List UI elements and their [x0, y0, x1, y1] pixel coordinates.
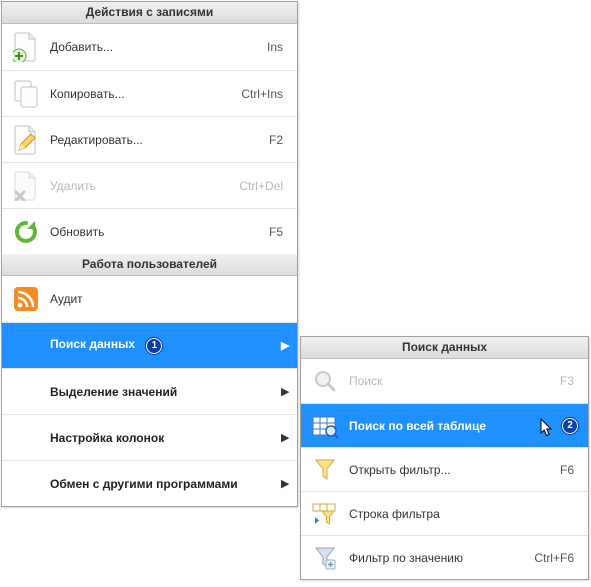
menu-item-shortcut: F2 [237, 133, 297, 147]
menu-item-shortcut: Ctrl+F6 [528, 551, 588, 565]
rss-icon [2, 286, 50, 312]
submenu-item-filter-row[interactable]: Строка фильтра [301, 491, 588, 535]
menu-item-data-exchange[interactable]: Обмен с другими программами ▶ [2, 460, 297, 506]
menu-item-label: Выделение значений [50, 385, 281, 399]
menu-item-label: Поиск [349, 374, 528, 388]
menu-item-label: Копировать... [50, 87, 237, 101]
menu-item-column-setup[interactable]: Настройка колонок ▶ [2, 414, 297, 460]
menu-item-label: Фильтр по значению [349, 551, 528, 565]
submenu-item-open-filter[interactable]: Открыть фильтр... F6 [301, 447, 588, 491]
menu-item-copy[interactable]: Копировать... Ctrl+Ins [2, 70, 297, 116]
menu-item-shortcut: F3 [528, 374, 588, 388]
submenu-arrow-icon: ▶ [281, 477, 297, 490]
menu-item-edit[interactable]: Редактировать... F2 [2, 116, 297, 162]
edit-icon [2, 125, 50, 155]
funnel-value-icon [301, 545, 349, 571]
menu-item-label: Обмен с другими программами [50, 477, 281, 491]
section-header-records: Действия с записями [2, 2, 297, 24]
copy-icon [2, 79, 50, 109]
main-context-menu: Действия с записями Добавить... Ins Копи… [1, 1, 298, 507]
menu-item-shortcut: F6 [528, 463, 588, 477]
menu-item-highlight-values[interactable]: Выделение значений ▶ [2, 368, 297, 414]
menu-item-label: Аудит [50, 292, 237, 306]
submenu-arrow-icon: ▶ [281, 339, 297, 352]
menu-item-shortcut: Ctrl+Ins [237, 87, 297, 101]
menu-item-label: Поиск данных 1 [50, 337, 281, 354]
menu-item-add[interactable]: Добавить... Ins [2, 24, 297, 70]
menu-item-shortcut: Ins [237, 40, 297, 54]
menu-item-label: Строка фильтра [349, 507, 528, 521]
callout-badge-2: 2 [562, 418, 578, 434]
menu-item-shortcut: F5 [237, 225, 297, 239]
menu-item-label: Редактировать... [50, 133, 237, 147]
submenu-item-find-all-table[interactable]: Поиск по всей таблице 2 [301, 403, 588, 447]
menu-item-label: Обновить [50, 225, 237, 239]
menu-item-label: Поиск по всей таблице [349, 419, 554, 433]
filter-row-icon [301, 501, 349, 527]
submenu-arrow-icon: ▶ [281, 385, 297, 398]
menu-item-shortcut: Ctrl+Del [237, 179, 297, 193]
submenu-item-find: Поиск F3 [301, 359, 588, 403]
submenu-header: Поиск данных [301, 337, 588, 359]
menu-item-delete: Удалить Ctrl+Del [2, 162, 297, 208]
menu-item-label: Добавить... [50, 40, 237, 54]
submenu-arrow-icon: ▶ [281, 431, 297, 444]
menu-item-label: Открыть фильтр... [349, 463, 528, 477]
menu-item-audit[interactable]: Аудит [2, 276, 297, 322]
add-page-icon [2, 32, 50, 62]
submenu-item-filter-by-value[interactable]: Фильтр по значению Ctrl+F6 [301, 535, 588, 579]
table-search-icon [301, 413, 349, 439]
callout-badge-1: 1 [146, 338, 162, 354]
search-data-submenu: Поиск данных Поиск F3 Поиск по всей [300, 336, 589, 580]
menu-item-label: Настройка колонок [50, 431, 281, 445]
delete-icon [2, 171, 50, 201]
menu-item-search-data[interactable]: Поиск данных 1 ▶ [2, 322, 297, 368]
menu-item-label: Удалить [50, 179, 237, 193]
funnel-icon [301, 457, 349, 483]
section-header-users: Работа пользователей [2, 254, 297, 276]
menu-item-refresh[interactable]: Обновить F5 [2, 208, 297, 254]
magnifier-icon [301, 368, 349, 394]
refresh-icon [2, 219, 50, 245]
